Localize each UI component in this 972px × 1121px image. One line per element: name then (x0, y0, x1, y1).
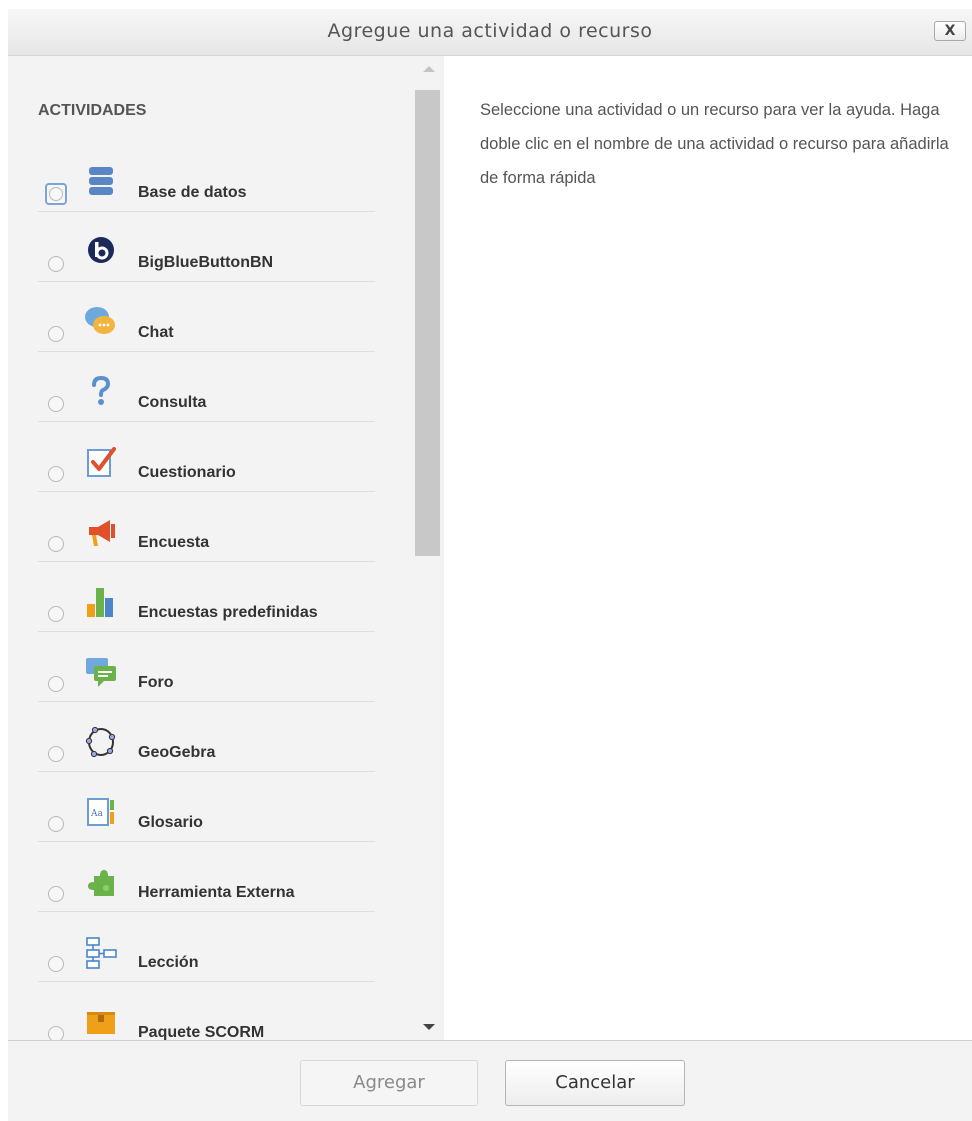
lesson-flowchart-icon (84, 936, 118, 970)
activity-option-chat[interactable]: Chat (38, 282, 375, 352)
cancel-button[interactable]: Cancelar (505, 1060, 685, 1106)
activity-label: Base de datos (138, 184, 247, 201)
activity-label: Chat (138, 324, 174, 341)
activity-label: Cuestionario (138, 464, 236, 481)
activity-option-glosario[interactable]: Aa Glosario (38, 772, 375, 842)
activity-option-foro[interactable]: Foro (38, 632, 375, 702)
activity-label: Encuestas predefinidas (138, 604, 318, 621)
chat-bubble-icon (84, 306, 118, 340)
activity-option-bigbluebuttonbn[interactable]: BigBlueButtonBN (38, 212, 375, 282)
bar-chart-icon (84, 586, 118, 620)
activity-label: Encuesta (138, 534, 210, 551)
puzzle-piece-icon (84, 866, 118, 900)
activity-option-encuestas-predefinidas[interactable]: Encuestas predefinidas (38, 562, 375, 632)
activity-radio[interactable] (48, 326, 64, 342)
scorm-package-icon (84, 1006, 118, 1040)
dialog-title: Agregue una actividad o recurso (327, 20, 653, 42)
activity-radio[interactable] (48, 536, 64, 552)
help-description: Seleccione una actividad o un recurso pa… (480, 101, 949, 187)
geogebra-icon (84, 726, 118, 760)
bigbluebutton-icon (84, 236, 118, 270)
glossary-book-icon: Aa (84, 796, 118, 830)
activity-option-base-de-datos[interactable]: Base de datos (38, 142, 375, 212)
activity-option-cuestionario[interactable]: Cuestionario (38, 422, 375, 492)
checkmark-document-icon (84, 446, 118, 480)
activities-heading: ACTIVIDADES (38, 102, 147, 119)
activity-radio[interactable] (48, 256, 64, 272)
activity-radio[interactable] (48, 886, 64, 902)
activity-radio[interactable] (48, 396, 64, 412)
activity-label: Lección (138, 954, 199, 971)
activity-radio[interactable] (45, 183, 67, 205)
activity-radio[interactable] (48, 816, 64, 832)
activity-option-paquete-scorm[interactable]: Paquete SCORM (38, 982, 375, 1040)
activity-radio[interactable] (48, 466, 64, 482)
activity-radio[interactable] (48, 1026, 64, 1040)
activity-option-encuesta[interactable]: Encuesta (38, 492, 375, 562)
activities-scrollbar[interactable] (413, 56, 444, 1040)
dialog-titlebar: Agregue una actividad o recurso X (8, 9, 972, 56)
activity-radio[interactable] (48, 956, 64, 972)
svg-text:Aa: Aa (90, 809, 103, 819)
scroll-down-arrow-icon[interactable] (423, 1024, 435, 1030)
activity-radio[interactable] (48, 676, 64, 692)
activity-radio[interactable] (48, 746, 64, 762)
add-activity-dialog: Agregue una actividad o recurso X ACTIVI… (8, 9, 972, 1121)
activity-label: Herramienta Externa (138, 884, 295, 901)
activity-option-geogebra[interactable]: GeoGebra (38, 702, 375, 772)
close-icon: X (944, 23, 956, 39)
activity-option-leccion[interactable]: Lección (38, 912, 375, 982)
activity-label: Foro (138, 674, 174, 691)
activity-label: Consulta (138, 394, 207, 411)
question-mark-icon (84, 376, 118, 410)
dialog-footer: Agregar Cancelar (8, 1040, 972, 1121)
activity-label: BigBlueButtonBN (138, 254, 274, 271)
add-button[interactable]: Agregar (300, 1060, 478, 1106)
forum-bubbles-icon (84, 656, 118, 690)
activity-option-herramienta-externa[interactable]: Herramienta Externa (38, 842, 375, 912)
scroll-up-arrow-icon[interactable] (423, 66, 435, 72)
activity-radio[interactable] (48, 606, 64, 622)
scrollbar-thumb[interactable] (415, 90, 440, 556)
activity-label: Paquete SCORM (138, 1024, 265, 1040)
activity-option-consulta[interactable]: Consulta (38, 352, 375, 422)
database-icon (84, 166, 118, 200)
megaphone-icon (84, 516, 118, 550)
close-button[interactable]: X (934, 21, 966, 41)
activity-label: Glosario (138, 814, 203, 831)
activity-label: GeoGebra (138, 744, 216, 761)
activities-panel: ACTIVIDADES Base de datos BigBlueButtonB… (8, 56, 444, 1040)
